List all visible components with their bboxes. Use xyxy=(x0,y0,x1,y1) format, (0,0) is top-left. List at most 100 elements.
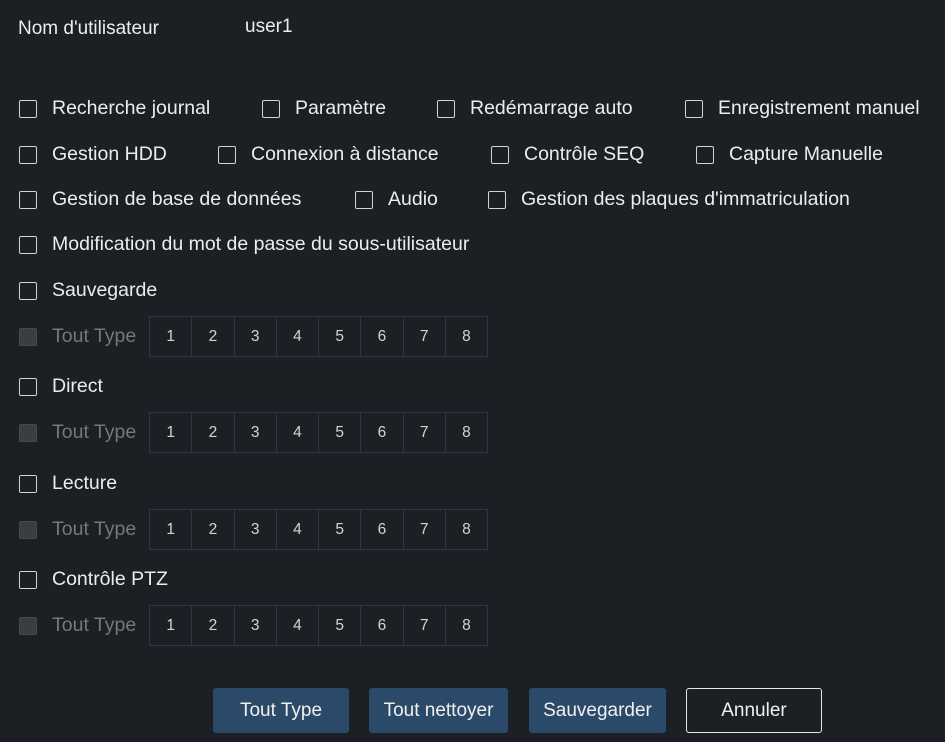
all-type-button[interactable]: Tout Type xyxy=(213,688,349,733)
checkbox[interactable] xyxy=(437,99,455,118)
checkbox[interactable] xyxy=(19,423,37,442)
channel-6-cell[interactable]: 6 xyxy=(360,606,402,645)
controle-ptz-channel-grid: 12345678 xyxy=(149,605,488,646)
checkbox[interactable] xyxy=(19,570,37,589)
username-value: user1 xyxy=(245,16,293,37)
perm-gestion-plaques-immatriculation[interactable]: Gestion des plaques d'immatriculation xyxy=(488,188,850,210)
channel-4-cell[interactable]: 4 xyxy=(275,510,318,549)
channel-8-cell[interactable]: 8 xyxy=(444,606,487,645)
channel-8-cell[interactable]: 8 xyxy=(444,317,487,356)
channel-2-cell[interactable]: 2 xyxy=(191,317,233,356)
channel-4-cell[interactable]: 4 xyxy=(275,606,318,645)
checkbox[interactable] xyxy=(19,327,37,346)
channel-7-cell[interactable]: 7 xyxy=(402,413,445,452)
perm-label: Contrôle SEQ xyxy=(524,143,645,165)
all-type-label: Tout Type xyxy=(52,518,137,540)
channel-1-cell[interactable]: 1 xyxy=(150,510,191,549)
channel-4-cell[interactable]: 4 xyxy=(275,317,318,356)
channel-2-cell[interactable]: 2 xyxy=(191,606,233,645)
checkbox[interactable] xyxy=(19,474,37,493)
channel-3-cell[interactable]: 3 xyxy=(233,413,276,452)
perm-gestion-base-donnees[interactable]: Gestion de base de données xyxy=(19,188,302,210)
clear-all-button[interactable]: Tout nettoyer xyxy=(369,688,508,733)
channel-7-cell[interactable]: 7 xyxy=(402,317,445,356)
checkbox[interactable] xyxy=(19,520,37,539)
channel-5-cell[interactable]: 5 xyxy=(318,317,360,356)
channel-6-cell[interactable]: 6 xyxy=(360,413,402,452)
checkbox[interactable] xyxy=(696,145,714,164)
channel-5-cell[interactable]: 5 xyxy=(318,606,360,645)
sauvegarde-channel-grid: 12345678 xyxy=(149,316,488,357)
perm-label: Audio xyxy=(388,188,438,210)
perm-capture-manuelle[interactable]: Capture Manuelle xyxy=(696,143,883,165)
checkbox[interactable] xyxy=(262,99,280,118)
perm-sauvegarde[interactable]: Sauvegarde xyxy=(19,279,158,301)
channel-7-cell[interactable]: 7 xyxy=(402,606,445,645)
perm-label: Connexion à distance xyxy=(251,143,439,165)
channel-6-cell[interactable]: 6 xyxy=(360,510,402,549)
channel-1-cell[interactable]: 1 xyxy=(150,606,191,645)
perm-label: Gestion de base de données xyxy=(52,188,302,210)
perm-label: Gestion des plaques d'immatriculation xyxy=(521,188,850,210)
sauvegarde-all-type[interactable]: Tout Type xyxy=(19,325,137,347)
lecture-channel-grid: 12345678 xyxy=(149,509,488,550)
channel-2-cell[interactable]: 2 xyxy=(191,510,233,549)
perm-label: Capture Manuelle xyxy=(729,143,883,165)
perm-label: Lecture xyxy=(52,472,118,494)
checkbox[interactable] xyxy=(355,190,373,209)
perm-controle-ptz[interactable]: Contrôle PTZ xyxy=(19,568,168,590)
checkbox[interactable] xyxy=(19,616,37,635)
checkbox[interactable] xyxy=(488,190,506,209)
checkbox[interactable] xyxy=(19,377,37,396)
perm-controle-seq[interactable]: Contrôle SEQ xyxy=(491,143,645,165)
channel-1-cell[interactable]: 1 xyxy=(150,413,191,452)
cancel-button[interactable]: Annuler xyxy=(686,688,822,733)
perm-lecture[interactable]: Lecture xyxy=(19,472,118,494)
channel-7-cell[interactable]: 7 xyxy=(402,510,445,549)
channel-8-cell[interactable]: 8 xyxy=(444,510,487,549)
direct-all-type[interactable]: Tout Type xyxy=(19,421,137,443)
perm-label: Gestion HDD xyxy=(52,143,167,165)
channel-3-cell[interactable]: 3 xyxy=(233,606,276,645)
channel-4-cell[interactable]: 4 xyxy=(275,413,318,452)
channel-5-cell[interactable]: 5 xyxy=(318,510,360,549)
checkbox[interactable] xyxy=(19,235,37,254)
username-label: Nom d'utilisateur xyxy=(18,18,159,39)
checkbox[interactable] xyxy=(685,99,703,118)
perm-enregistrement-manuel[interactable]: Enregistrement manuel xyxy=(685,97,920,119)
checkbox[interactable] xyxy=(19,99,37,118)
channel-3-cell[interactable]: 3 xyxy=(233,510,276,549)
channel-3-cell[interactable]: 3 xyxy=(233,317,276,356)
all-type-label: Tout Type xyxy=(52,325,137,347)
perm-recherche-journal[interactable]: Recherche journal xyxy=(19,97,211,119)
checkbox[interactable] xyxy=(19,145,37,164)
perm-direct[interactable]: Direct xyxy=(19,375,103,397)
perm-label: Enregistrement manuel xyxy=(718,97,920,119)
perm-redemarrage-auto[interactable]: Redémarrage auto xyxy=(437,97,633,119)
controle-ptz-all-type[interactable]: Tout Type xyxy=(19,614,137,636)
perm-audio[interactable]: Audio xyxy=(355,188,438,210)
checkbox[interactable] xyxy=(218,145,236,164)
channel-5-cell[interactable]: 5 xyxy=(318,413,360,452)
direct-channel-grid: 12345678 xyxy=(149,412,488,453)
perm-label: Sauvegarde xyxy=(52,279,158,301)
perm-parametre[interactable]: Paramètre xyxy=(262,98,386,118)
perm-label: Recherche journal xyxy=(52,97,211,119)
save-button[interactable]: Sauvegarder xyxy=(529,688,666,733)
perm-label: Redémarrage auto xyxy=(470,97,633,119)
channel-6-cell[interactable]: 6 xyxy=(360,317,402,356)
checkbox[interactable] xyxy=(19,190,37,209)
perm-modification-mot-de-passe[interactable]: Modification du mot de passe du sous-uti… xyxy=(19,234,469,254)
channel-1-cell[interactable]: 1 xyxy=(150,317,191,356)
channel-8-cell[interactable]: 8 xyxy=(444,413,487,452)
perm-gestion-hdd[interactable]: Gestion HDD xyxy=(19,143,167,165)
checkbox[interactable] xyxy=(491,145,509,164)
all-type-label: Tout Type xyxy=(52,614,137,636)
checkbox[interactable] xyxy=(19,281,37,300)
lecture-all-type[interactable]: Tout Type xyxy=(19,518,137,540)
all-type-label: Tout Type xyxy=(52,421,137,443)
perm-label: Contrôle PTZ xyxy=(52,568,168,590)
perm-connexion-a-distance[interactable]: Connexion à distance xyxy=(218,143,439,165)
channel-2-cell[interactable]: 2 xyxy=(191,413,233,452)
perm-label: Direct xyxy=(52,375,103,397)
